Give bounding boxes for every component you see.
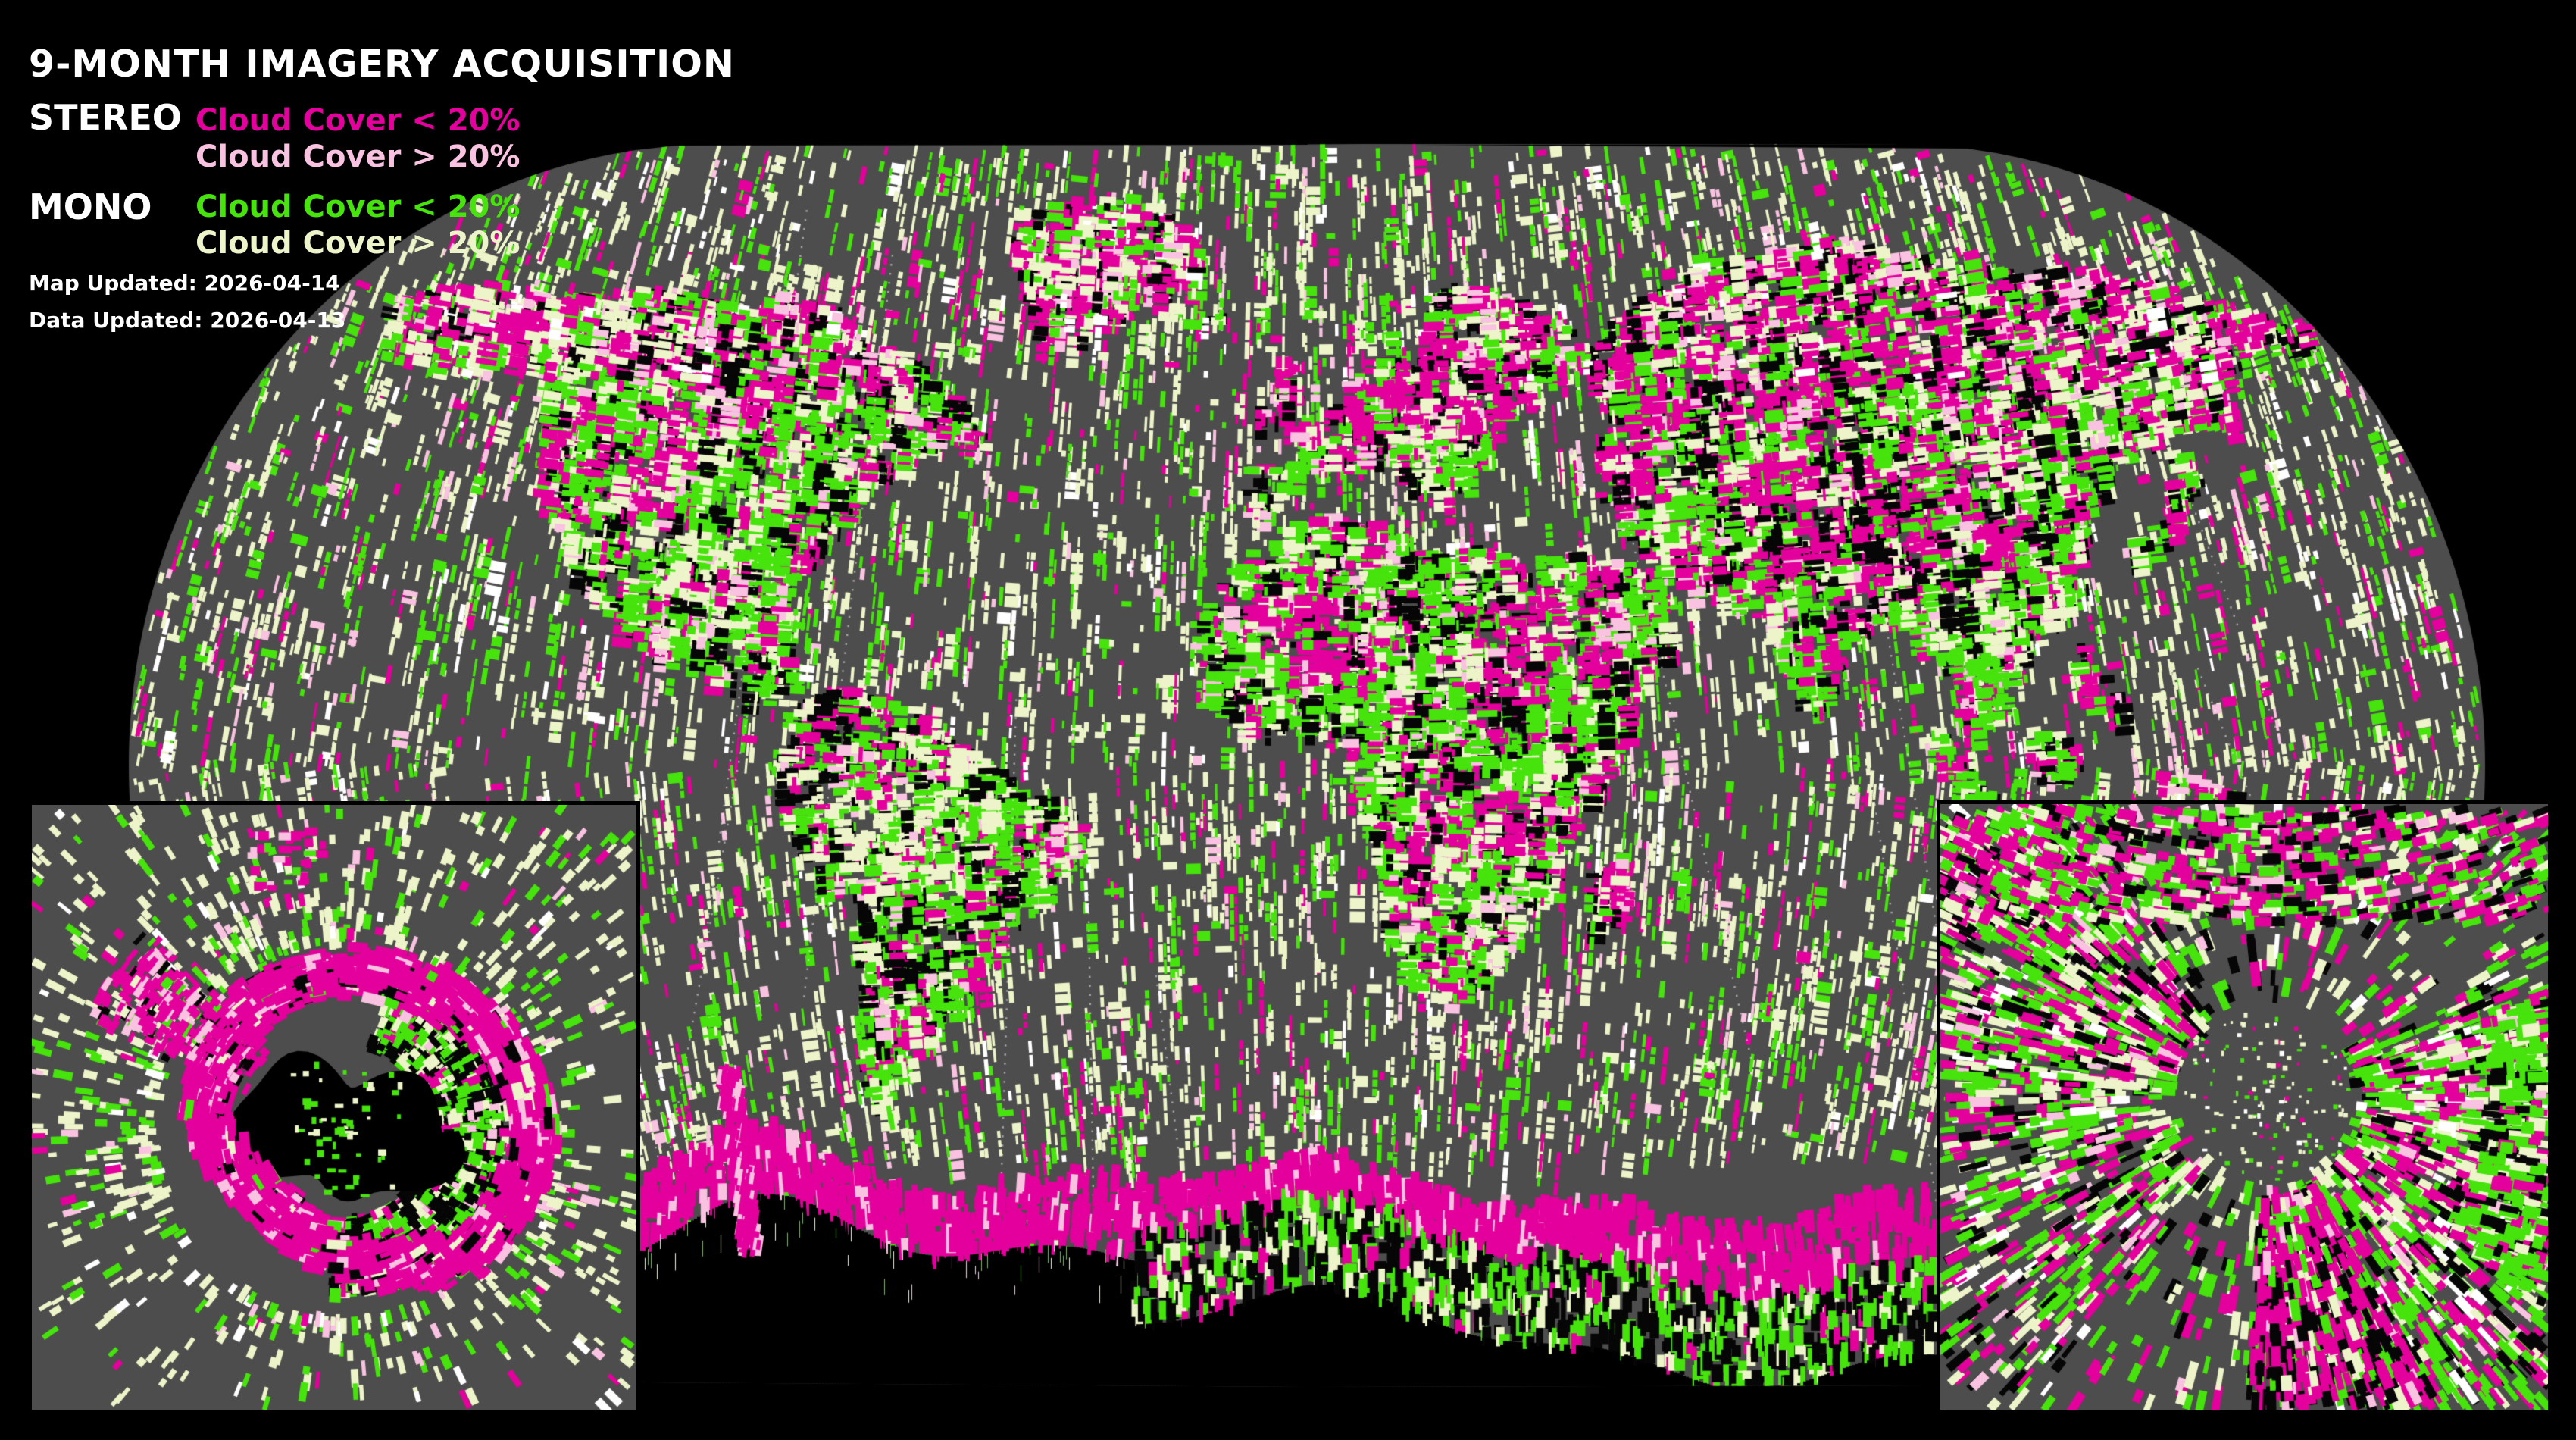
legend-stereo-label: STEREO [29, 97, 182, 138]
page: 9-MONTH IMAGERY ACQUISITION STEREO Cloud… [0, 0, 2576, 1440]
page-title: 9-MONTH IMAGERY ACQUISITION [29, 42, 735, 86]
antarctic-inset [28, 801, 640, 1413]
legend-stereo-high-cloud: Cloud Cover > 20% [195, 139, 521, 174]
legend-mono-low-cloud: Cloud Cover < 20% [195, 189, 521, 224]
antarctic-inset-canvas [32, 805, 636, 1410]
legend-stereo-low-cloud: Cloud Cover < 20% [195, 103, 521, 138]
map-updated-text: Map Updated: 2026-04-14 [29, 271, 340, 296]
arctic-inset [1937, 800, 2552, 1413]
arctic-inset-canvas [1940, 804, 2548, 1410]
legend-mono-label: MONO [29, 186, 152, 227]
data-updated-text: Data Updated: 2026-04-13 [29, 308, 346, 333]
legend-mono-high-cloud: Cloud Cover > 20% [195, 226, 521, 261]
